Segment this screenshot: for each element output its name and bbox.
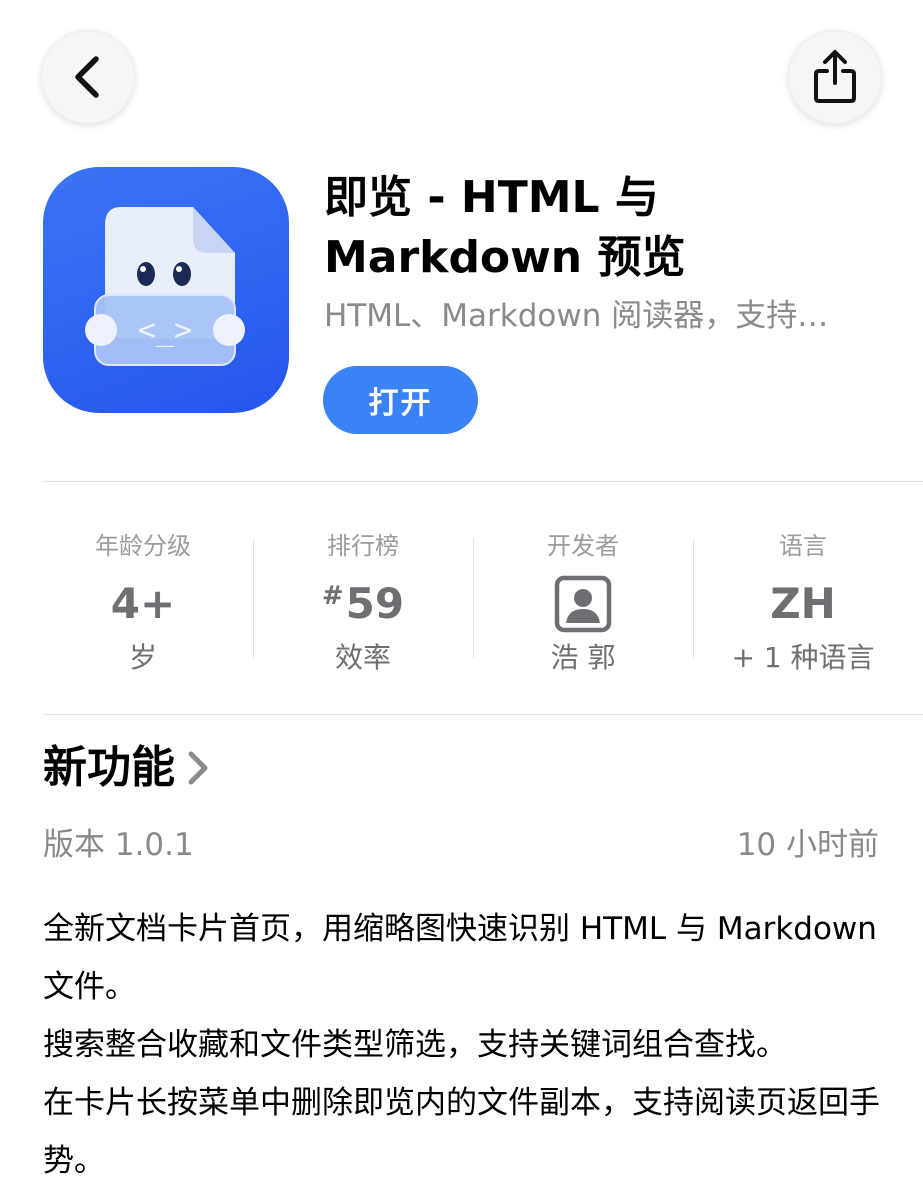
info-chart[interactable]: 排行榜 #59 效率	[253, 520, 473, 690]
app-subtitle: HTML、Markdown 阅读器，支持…	[324, 298, 829, 334]
info-sub: 浩 郭	[550, 641, 616, 674]
back-button[interactable]	[41, 30, 135, 124]
info-age-rating[interactable]: 年龄分级 4+ 岁	[33, 520, 253, 690]
app-name: 即览 - HTML 与 Markdown 预览	[324, 172, 686, 283]
info-sub: 效率	[334, 641, 391, 674]
whats-new-header[interactable]: 新功能	[43, 738, 211, 798]
release-note: 全新文档卡片首页，用缩略图快速识别 HTML 与 Markdown 文件。	[43, 911, 877, 1005]
release-notes: 全新文档卡片首页，用缩略图快速识别 HTML 与 Markdown 文件。 搜索…	[43, 900, 893, 1190]
release-note: 搜索整合收藏和文件类型筛选，支持关键词组合查找。	[43, 1027, 787, 1063]
release-note: 在卡片长按菜单中删除即览内的文件副本，支持阅读页返回手势。	[43, 1085, 880, 1179]
person-square-icon	[554, 575, 612, 633]
app-store-page: <_> 即览 - HTML 与 Markdown 预览 HTML、Markdow…	[0, 0, 923, 1200]
info-strip: 年龄分级 4+ 岁 排行榜 #59 效率 开发者 浩 郭 语言 ZH + 1 种…	[33, 520, 923, 690]
app-icon-code: <_>	[138, 313, 192, 348]
open-button[interactable]: 打开	[323, 366, 478, 434]
version-label: 版本 1.0.1	[43, 827, 194, 863]
info-value: 4+	[110, 579, 176, 628]
release-time: 10 小时前	[736, 827, 879, 863]
info-label: 语言	[779, 532, 827, 560]
info-label: 年龄分级	[95, 532, 191, 560]
share-icon	[814, 50, 856, 103]
chevron-right-icon	[188, 751, 208, 785]
rank-hash: #	[321, 581, 344, 611]
info-value	[554, 572, 612, 636]
chevron-left-icon	[75, 56, 99, 98]
divider	[43, 481, 923, 482]
info-language[interactable]: 语言 ZH + 1 种语言	[693, 520, 913, 690]
divider	[43, 714, 923, 715]
share-button[interactable]	[788, 30, 882, 124]
info-label: 排行榜	[327, 532, 399, 560]
info-value: ZH	[770, 579, 836, 628]
info-developer[interactable]: 开发者 浩 郭	[473, 520, 693, 690]
rank-number: 59	[345, 579, 405, 628]
app-icon-artwork: <_>	[85, 207, 245, 366]
whats-new-title: 新功能	[43, 742, 175, 793]
info-sub: 岁	[128, 641, 157, 674]
info-sub: + 1 种语言	[731, 641, 875, 674]
info-value: #59	[322, 572, 404, 636]
app-icon: <_>	[43, 167, 289, 413]
info-label: 开发者	[547, 532, 619, 560]
